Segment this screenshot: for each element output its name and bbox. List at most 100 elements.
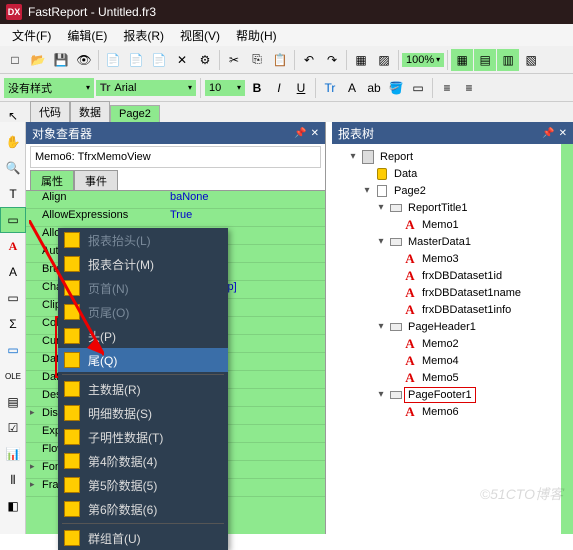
ctx-report-summary[interactable]: 报表合计(M) [58,252,228,276]
grid2-icon[interactable]: ▤ [474,49,496,71]
node-memo2[interactable]: AMemo2 [334,335,571,352]
ctx-detail-data[interactable]: 明细数据(S) [58,401,228,425]
chart-tool[interactable]: 📊 [1,442,25,466]
new-icon[interactable]: □ [4,49,26,71]
node-memo6[interactable]: AMemo6 [334,403,571,420]
menu-file[interactable]: 文件(F) [4,24,59,47]
page2-icon[interactable]: 📄 [125,49,147,71]
node-data[interactable]: Data [334,165,571,182]
ctx-page-header[interactable]: 页首(N) [58,276,228,300]
font-settings-icon[interactable]: Tr [320,78,340,98]
ctx-data4[interactable]: 第4阶数据(4) [58,449,228,473]
style-select[interactable]: 没有样式 [4,78,94,98]
zoom-tool[interactable]: 🔍 [1,156,25,180]
node-memo5[interactable]: AMemo5 [334,369,571,386]
undo-icon[interactable]: ↶ [298,49,320,71]
grid4-icon[interactable]: ▧ [520,49,542,71]
save-icon[interactable]: 💾 [50,49,72,71]
ctx-data5[interactable]: 第5阶数据(5) [58,473,228,497]
prop-val[interactable]: baNone [166,191,325,208]
tab-page[interactable]: Page2 [110,105,160,122]
close-icon[interactable]: ✕ [559,128,567,139]
font-color-icon[interactable]: A [342,78,362,98]
cut-icon[interactable]: ✂ [223,49,245,71]
band-tool[interactable]: ▭ [1,208,25,232]
pin-icon[interactable]: 📌 [294,128,306,139]
node-field-info[interactable]: AfrxDBDataset1info [334,301,571,318]
collapse-icon[interactable]: ▾ [362,186,372,196]
node-reporttitle[interactable]: ▾ReportTitle1 [334,199,571,216]
redo-icon[interactable]: ↷ [321,49,343,71]
italic-button[interactable]: I [269,78,289,98]
ctx-data6[interactable]: 第6阶数据(6) [58,497,228,521]
frame-icon[interactable]: ▭ [408,78,428,98]
ole-tool[interactable]: OLE [1,364,25,388]
barcode-tool[interactable]: ⫴ [1,468,25,492]
collapse-icon[interactable]: ▾ [376,237,386,247]
report-tree[interactable]: ▾Report Data ▾Page2 ▾ReportTitle1 AMemo1… [332,144,573,534]
align-left-icon[interactable]: ≡ [437,78,457,98]
size-select[interactable]: 10 [205,80,245,96]
hand-tool[interactable]: ✋ [1,130,25,154]
preview-icon[interactable]: 👁 [73,49,95,71]
ctx-group-header[interactable]: 群组首(U) [58,526,228,550]
page-settings-icon[interactable]: ⚙ [194,49,216,71]
ctx-footer[interactable]: 尾(Q) [58,348,228,372]
page-del-icon[interactable]: ✕ [171,49,193,71]
open-icon[interactable]: 📂 [27,49,49,71]
font-select[interactable]: TrArial [96,80,196,96]
tab-code[interactable]: 代码 [30,101,70,122]
node-memo1[interactable]: AMemo1 [334,216,571,233]
ctx-subdetail-data[interactable]: 子明性数据(T) [58,425,228,449]
sum-tool[interactable]: Σ [1,312,25,336]
bold-button[interactable]: B [247,78,267,98]
node-report[interactable]: ▾Report [334,148,571,165]
collapse-icon[interactable]: ▾ [376,203,386,213]
align-center-icon[interactable]: ≡ [459,78,479,98]
tab-properties[interactable]: 属性 [30,170,74,190]
ctx-master-data[interactable]: 主数据(R) [58,377,228,401]
paste-icon[interactable]: 📋 [269,49,291,71]
memo-tool[interactable]: A [1,234,25,258]
collapse-icon[interactable]: ▾ [376,390,386,400]
copy-icon[interactable]: ⎘ [246,49,268,71]
node-memo3[interactable]: AMemo3 [334,250,571,267]
ungroup-icon[interactable]: ▨ [373,49,395,71]
tab-events[interactable]: 事件 [74,170,118,190]
format-tool[interactable]: A [1,260,25,284]
group-icon[interactable]: ▦ [350,49,372,71]
collapse-icon[interactable]: ▾ [348,152,358,162]
menu-report[interactable]: 报表(R) [115,24,172,47]
page-icon[interactable]: 📄 [102,49,124,71]
ctx-header[interactable]: 头(P) [58,324,228,348]
grid1-icon[interactable]: ▦ [451,49,473,71]
node-field-id[interactable]: AfrxDBDataset1id [334,267,571,284]
underline-button[interactable]: U [291,78,311,98]
grid3-icon[interactable]: ▥ [497,49,519,71]
zoom-select[interactable]: 100% [402,53,444,67]
text-tool[interactable]: T [1,182,25,206]
node-memo4[interactable]: AMemo4 [334,352,571,369]
subreport-tool[interactable]: ▭ [1,338,25,362]
ctx-page-footer[interactable]: 页尾(O) [58,300,228,324]
tab-data[interactable]: 数据 [70,101,110,122]
pointer-tool[interactable]: ↖ [1,104,25,128]
gradient-tool[interactable]: ◧ [1,494,25,518]
menu-edit[interactable]: 编辑(E) [59,24,115,47]
menu-view[interactable]: 视图(V) [172,24,228,47]
rich-tool[interactable]: ▤ [1,390,25,414]
selected-object[interactable]: Memo6: TfrxMemoView [30,146,321,168]
close-icon[interactable]: ✕ [311,128,319,139]
page-add-icon[interactable]: 📄 [148,49,170,71]
menu-help[interactable]: 帮助(H) [228,24,285,47]
node-page[interactable]: ▾Page2 [334,182,571,199]
pin-icon[interactable]: 📌 [542,128,554,139]
fill-color-icon[interactable]: 🪣 [386,78,406,98]
node-pageheader[interactable]: ▾PageHeader1 [334,318,571,335]
checkbox-tool[interactable]: ☑ [1,416,25,440]
node-pagefooter[interactable]: ▾PageFooter1 [334,386,571,403]
ctx-report-title[interactable]: 报表抬头(L) [58,228,228,252]
highlight-icon[interactable]: ab [364,78,384,98]
node-masterdata[interactable]: ▾MasterData1 [334,233,571,250]
node-field-name[interactable]: AfrxDBDataset1name [334,284,571,301]
